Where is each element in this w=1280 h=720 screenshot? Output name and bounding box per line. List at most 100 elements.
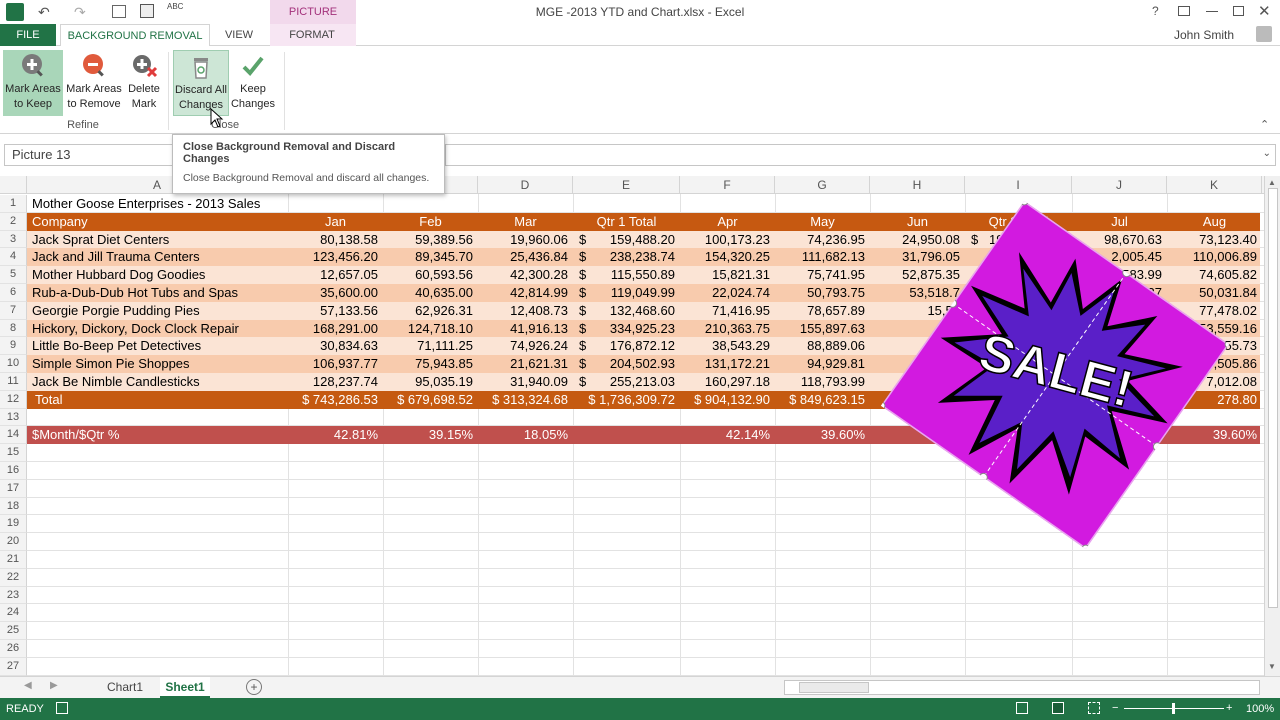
company-name[interactable]: Little Bo-Beep Pet Detectives <box>27 337 288 355</box>
user-name[interactable]: John Smith <box>1174 28 1234 42</box>
column-title[interactable]: Mar <box>478 213 573 231</box>
total-cell[interactable]: $ 743,286.53 <box>288 391 383 409</box>
normal-view-icon[interactable] <box>1016 702 1028 714</box>
column-title[interactable]: Qtr 1 Total <box>573 213 680 231</box>
close-icon[interactable]: ✕ <box>1258 2 1271 20</box>
company-name[interactable]: Jack and Jill Trauma Centers <box>27 248 288 266</box>
value-cell[interactable]: 50,793.75 <box>775 284 870 302</box>
value-cell[interactable]: 59,389.56 <box>383 231 478 249</box>
value-cell[interactable]: 124,718.10 <box>383 320 478 338</box>
row-header[interactable]: 19 <box>0 515 27 534</box>
value-cell[interactable]: 74,236.95 <box>775 231 870 249</box>
value-cell[interactable]: 89,345.70 <box>383 248 478 266</box>
qtr-total-cell[interactable]: 334,925.23 $ <box>573 320 680 338</box>
scroll-thumb[interactable] <box>1268 188 1278 608</box>
value-cell[interactable]: 42,300.28 <box>478 266 573 284</box>
avatar[interactable] <box>1256 26 1272 42</box>
row-header[interactable]: 5 <box>0 266 27 284</box>
row-header[interactable]: 10 <box>0 355 27 373</box>
value-cell[interactable]: 12,408.73 <box>478 302 573 320</box>
value-cell[interactable]: 40,635.00 <box>383 284 478 302</box>
value-cell[interactable]: 74,926.24 <box>478 337 573 355</box>
company-name[interactable]: Jack Sprat Diet Centers <box>27 231 288 249</box>
column-title[interactable]: Aug <box>1167 213 1262 231</box>
value-cell[interactable]: 60,593.56 <box>383 266 478 284</box>
value-cell[interactable]: 25,436.84 <box>478 248 573 266</box>
value-cell[interactable]: 131,172.21 <box>680 355 775 373</box>
row-header[interactable]: 24 <box>0 604 27 623</box>
value-cell[interactable]: 80,138.58 <box>288 231 383 249</box>
column-title[interactable]: Feb <box>383 213 478 231</box>
row-header[interactable]: 26 <box>0 640 27 658</box>
value-cell[interactable]: 31,796.05 <box>870 248 965 266</box>
ratio-cell[interactable]: 39.60% <box>775 426 870 444</box>
expand-formula-icon[interactable]: ⌄ <box>1263 148 1271 159</box>
row-header[interactable]: 6 <box>0 284 27 302</box>
company-name[interactable]: Jack Be Nimble Candlesticks <box>27 373 288 391</box>
value-cell[interactable]: 31,940.09 <box>478 373 573 391</box>
column-header-f[interactable]: F <box>680 176 775 194</box>
row-header[interactable]: 22 <box>0 568 27 587</box>
form-icon[interactable] <box>112 5 126 18</box>
zoom-slider-thumb[interactable] <box>1172 703 1175 714</box>
qtr-total-cell[interactable]: 119,049.99 $ <box>573 284 680 302</box>
formula-input[interactable]: ⌄ <box>445 144 1276 166</box>
value-cell[interactable]: 50,031.84 <box>1167 284 1262 302</box>
row-header[interactable]: 9 <box>0 337 27 356</box>
undo-icon[interactable]: ↶ <box>38 4 50 21</box>
select-all-corner[interactable] <box>0 176 27 194</box>
total-cell[interactable]: $ 1,736,309.72 <box>573 391 680 409</box>
help-icon[interactable]: ? <box>1152 4 1159 18</box>
row-header[interactable]: 11 <box>0 373 27 391</box>
company-name[interactable]: Rub-a-Dub-Dub Hot Tubs and Spas <box>27 284 288 302</box>
column-header-h[interactable]: H <box>870 176 965 194</box>
row-header[interactable]: 25 <box>0 622 27 640</box>
row-header[interactable]: 3 <box>0 230 27 249</box>
total-cell[interactable]: $ 679,698.52 <box>383 391 478 409</box>
value-cell[interactable]: 19,960.06 <box>478 231 573 249</box>
value-cell[interactable]: 75,741.95 <box>775 266 870 284</box>
zoom-in-icon[interactable]: + <box>1226 702 1232 714</box>
row-header[interactable]: 13 <box>0 408 27 427</box>
column-header-j[interactable]: J <box>1072 176 1167 194</box>
restore-icon[interactable] <box>1233 6 1244 16</box>
mark-areas-to-remove-button[interactable]: Mark Areas to Remove <box>64 50 124 116</box>
value-cell[interactable]: 21,621.31 <box>478 355 573 373</box>
row-header[interactable]: 2 <box>0 212 27 231</box>
scroll-down-icon[interactable]: ▼ <box>1268 662 1276 671</box>
company-name[interactable]: Mother Hubbard Dog Goodies <box>27 266 288 284</box>
total-cell[interactable]: $ 904,132.90 <box>680 391 775 409</box>
vertical-scrollbar[interactable]: ▲ ▼ <box>1264 176 1280 676</box>
sheet-tab-sheet1[interactable]: Sheet1 <box>160 677 210 698</box>
row-header[interactable]: 1 <box>0 195 27 213</box>
row-header[interactable]: 12 <box>0 390 27 409</box>
ratio-label[interactable]: $Month/$Qtr % <box>27 426 288 444</box>
mark-areas-to-keep-button[interactable]: Mark Areas to Keep <box>3 50 63 116</box>
ratio-cell[interactable]: 39.15% <box>383 426 478 444</box>
value-cell[interactable]: 73,123.40 <box>1167 231 1262 249</box>
value-cell[interactable]: 95,035.19 <box>383 373 478 391</box>
company-name[interactable]: Georgie Porgie Pudding Pies <box>27 302 288 320</box>
row-header[interactable]: 14 <box>0 426 27 445</box>
qtr-total-cell[interactable]: 115,550.89 $ <box>573 266 680 284</box>
value-cell[interactable]: 155,897.63 <box>775 320 870 338</box>
row-header[interactable]: 21 <box>0 551 27 569</box>
tab-file[interactable]: FILE <box>0 24 56 46</box>
value-cell[interactable]: 74,605.82 <box>1167 266 1262 284</box>
sheet-tab-chart1[interactable]: Chart1 <box>100 677 150 698</box>
total-cell[interactable]: $ 313,324.68 <box>478 391 573 409</box>
horizontal-scrollbar[interactable] <box>784 680 1260 695</box>
value-cell[interactable]: 160,297.18 <box>680 373 775 391</box>
value-cell[interactable]: 75,943.85 <box>383 355 478 373</box>
keep-changes-button[interactable]: Keep Changes <box>230 50 276 116</box>
value-cell[interactable]: 210,363.75 <box>680 320 775 338</box>
qtr-total-cell[interactable]: 132,468.60 $ <box>573 302 680 320</box>
column-title[interactable]: Apr <box>680 213 775 231</box>
row-header[interactable]: 16 <box>0 462 27 480</box>
total-label[interactable]: Total <box>27 391 288 409</box>
value-cell[interactable]: 88,889.06 <box>775 337 870 355</box>
save-icon[interactable] <box>140 4 154 18</box>
row-header[interactable]: 23 <box>0 586 27 605</box>
next-sheet-icon[interactable]: ▶ <box>50 680 58 691</box>
zoom-level[interactable]: 100% <box>1246 703 1274 715</box>
